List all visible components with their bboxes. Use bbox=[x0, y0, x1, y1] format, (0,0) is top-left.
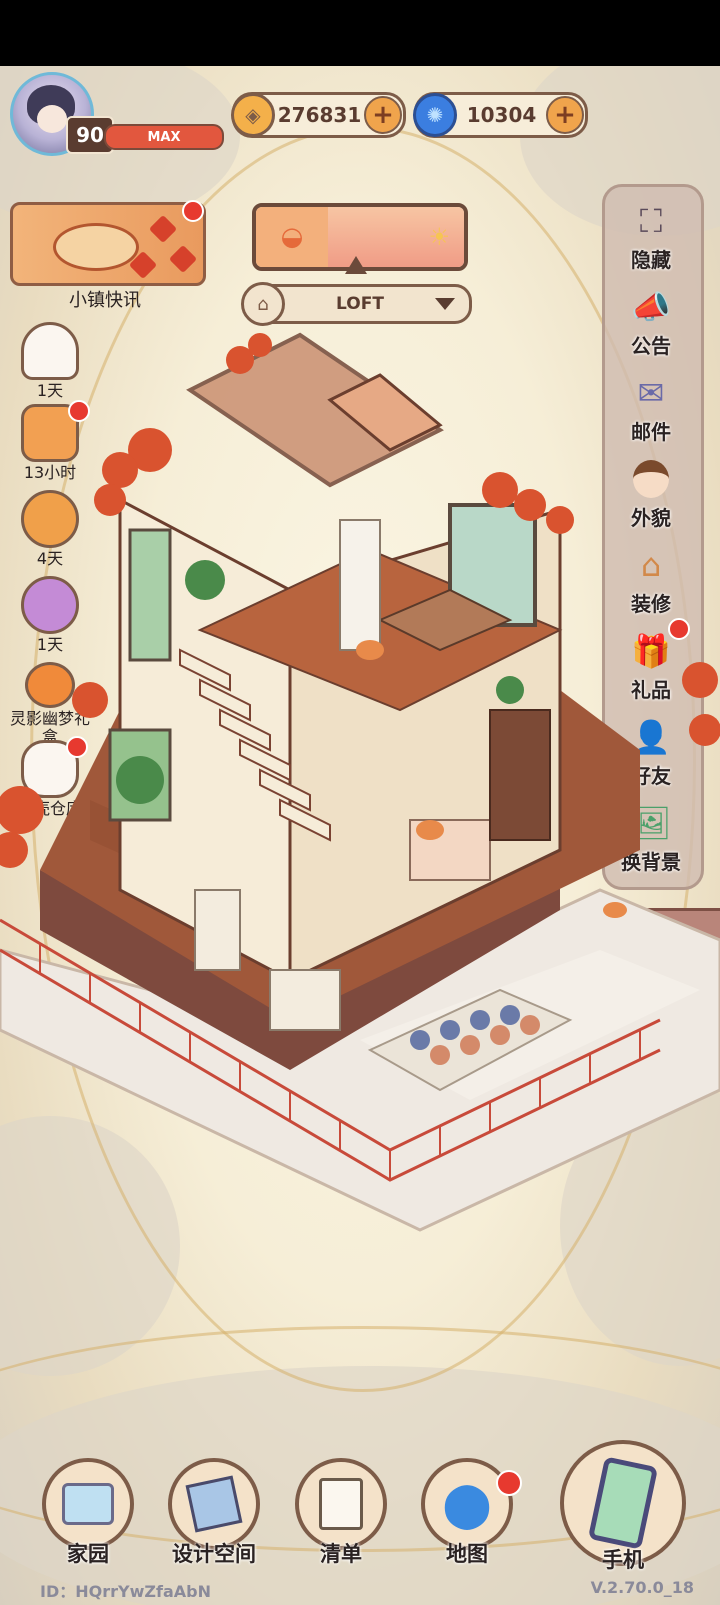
level-status-bar: MAX bbox=[104, 124, 224, 150]
loft-house-illustration[interactable] bbox=[0, 330, 720, 1250]
chevron-down-icon bbox=[435, 298, 455, 310]
time-indicator-arrow bbox=[345, 256, 367, 274]
town-news-card[interactable] bbox=[10, 202, 206, 286]
coin-counter: ◈ 276831 + bbox=[231, 92, 406, 138]
gem-counter: ✺ 10304 + bbox=[413, 92, 588, 138]
room-selector[interactable]: ⌂ LOFT bbox=[241, 282, 472, 326]
home-garden-icon bbox=[42, 1458, 134, 1550]
nav-phone[interactable]: 手机 bbox=[560, 1440, 686, 1574]
sunset-icon: ◒ bbox=[256, 207, 328, 267]
swirl-gem-icon: ✺ bbox=[413, 93, 457, 137]
notification-dot bbox=[182, 200, 204, 222]
map-pin-icon: ⬤ bbox=[421, 1458, 513, 1550]
nav-checklist[interactable]: 清单 bbox=[292, 1458, 390, 1568]
announcement-icon: 📣 bbox=[631, 288, 671, 326]
checklist-icon bbox=[295, 1458, 387, 1550]
room-name: LOFT bbox=[336, 294, 384, 314]
player-id: ID：HQrrYwZfaAbN bbox=[40, 1582, 211, 1601]
coin-value: 276831 bbox=[277, 103, 362, 127]
add-coins-button[interactable]: + bbox=[364, 96, 402, 134]
status-bar bbox=[0, 0, 720, 66]
hide-frame-icon: ⛶ bbox=[639, 201, 663, 240]
nav-design-space[interactable]: 设计空间 bbox=[165, 1458, 263, 1568]
design-space-icon bbox=[168, 1458, 260, 1550]
notification-dot bbox=[496, 1470, 522, 1496]
town-news-label: 小镇快讯 bbox=[69, 290, 141, 311]
coin-icon: ◈ bbox=[231, 93, 275, 137]
add-gems-button[interactable]: + bbox=[546, 96, 584, 134]
gem-value: 10304 bbox=[466, 103, 537, 127]
hide-button[interactable]: ⛶ 隐藏 bbox=[610, 196, 692, 273]
nav-home-garden[interactable]: 家园 bbox=[39, 1458, 137, 1568]
version-label: V.2.70.0_18 bbox=[590, 1578, 694, 1597]
home-icon: ⌂ bbox=[241, 282, 285, 326]
